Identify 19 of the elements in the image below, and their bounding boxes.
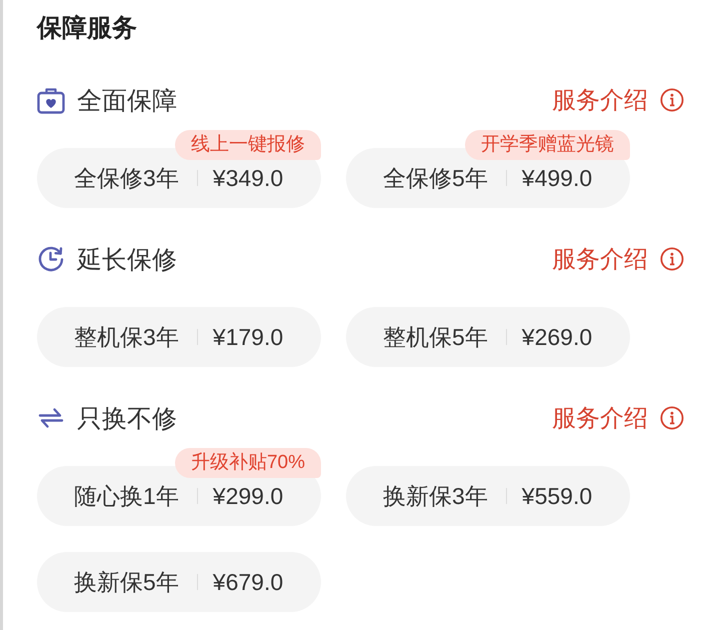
plan-option[interactable]: 换新保5年 ¥679.0	[37, 552, 321, 612]
promo-tag: 升级补贴70%	[174, 448, 321, 478]
info-icon	[660, 406, 684, 430]
clock-icon	[37, 245, 65, 273]
plan-option[interactable]: 换新保3年 ¥559.0	[346, 466, 630, 526]
promo-tag: 线上一键报修	[175, 130, 321, 160]
page-title: 保障服务	[37, 13, 138, 44]
heart-case-icon	[37, 86, 65, 114]
promo-tag: 开学季赠蓝光镜	[465, 130, 630, 160]
group-title: 全面保障	[77, 86, 177, 116]
info-icon	[660, 247, 684, 271]
group-title: 只换不修	[77, 404, 177, 434]
group-title: 延长保修	[77, 244, 177, 276]
service-intro-link[interactable]: 服务介绍	[552, 402, 684, 434]
plan-option[interactable]: 整机保5年 ¥269.0	[346, 307, 630, 367]
plan-option[interactable]: 整机保3年 ¥179.0	[37, 307, 321, 367]
service-intro-link[interactable]: 服务介绍	[552, 243, 684, 275]
info-icon	[660, 88, 684, 112]
service-intro-link[interactable]: 服务介绍	[552, 84, 684, 116]
